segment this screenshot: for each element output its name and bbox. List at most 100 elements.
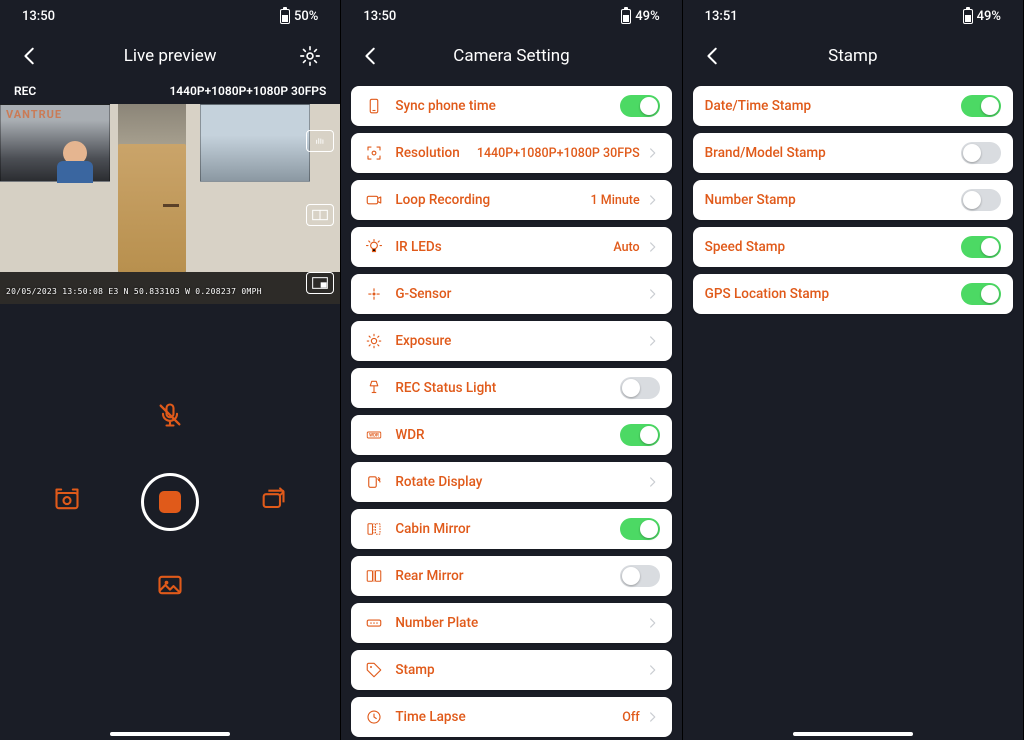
app-header: Camera Setting [341,32,681,80]
chevron-right-icon [646,193,660,207]
setting-value: Off [622,710,639,725]
toggle[interactable] [620,518,660,540]
rotate-icon [363,473,385,491]
back-button[interactable] [699,42,727,70]
clock-icon [363,708,385,726]
setting-value: 1 Minute [591,193,640,208]
setting-row[interactable]: Speed Stamp [693,227,1013,267]
back-button[interactable] [357,42,385,70]
setting-row[interactable]: Rotate Display [351,462,671,502]
setting-row[interactable]: Time LapseOff [351,697,671,737]
setting-label: Number Stamp [705,192,961,208]
status-battery: 49% [635,9,659,24]
back-button[interactable] [16,42,44,70]
setting-row[interactable]: G-Sensor [351,274,671,314]
setting-label: WDR [395,427,619,443]
mic-toggle[interactable] [156,401,184,433]
battery-icon [963,9,973,24]
setting-label: GPS Location Stamp [705,286,961,302]
focus-icon [363,144,385,162]
toggle[interactable] [961,283,1001,305]
setting-label: Number Plate [395,615,645,631]
video-preview[interactable]: VANTRUE 20/05/2023 13:50:08 E3 N 50.8331… [0,104,340,304]
setting-row[interactable]: Number Plate [351,603,671,643]
toggle[interactable] [961,142,1001,164]
battery-icon [280,9,290,24]
nav-bar[interactable] [451,732,571,736]
chevron-right-icon [646,616,660,630]
settings-list[interactable]: Sync phone time Resolution1440P+1080P+108… [341,80,681,740]
chevron-right-icon [646,146,660,160]
tag-icon [363,661,385,679]
bulb-icon [363,238,385,256]
recording-info: REC 1440P+1080P+1080P 30FPS [0,80,340,104]
setting-label: Date/Time Stamp [705,98,961,114]
plate-icon [363,614,385,632]
page-title: Live preview [44,46,296,66]
setting-row[interactable]: Cabin Mirror [351,509,671,549]
record-button[interactable] [141,473,199,531]
setting-row[interactable]: IR LEDsAuto [351,227,671,267]
controls [0,304,340,740]
setting-label: REC Status Light [395,380,619,396]
toggle[interactable] [620,424,660,446]
chevron-right-icon [646,287,660,301]
wdr-icon [363,426,385,444]
setting-row[interactable]: Sync phone time [351,86,671,126]
status-battery: 50% [294,9,318,24]
page-title: Camera Setting [385,46,637,66]
toggle[interactable] [620,565,660,587]
stamp-screen: 13:51 49% Stamp Date/Time Stamp Brand/Mod… [683,0,1024,740]
setting-label: Time Lapse [395,709,622,725]
setting-row[interactable]: Loop Recording1 Minute [351,180,671,220]
toggle[interactable] [620,95,660,117]
brand-watermark: VANTRUE [6,108,62,121]
camera-setting-screen: 13:50 49% Camera Setting Sync phone time… [341,0,682,740]
gallery-button[interactable] [156,571,184,603]
setting-row[interactable]: Date/Time Stamp [693,86,1013,126]
switch-camera-button[interactable] [259,486,287,518]
osd-overlay: 20/05/2023 13:50:08 E3 N 50.833103 W 0.2… [6,287,262,296]
status-battery: 49% [977,9,1001,24]
toggle[interactable] [620,377,660,399]
setting-row[interactable]: WDR [351,415,671,455]
nav-bar[interactable] [793,732,913,736]
setting-label: Rear Mirror [395,568,619,584]
setting-row[interactable]: Stamp [351,650,671,690]
setting-label: Sync phone time [395,98,619,114]
setting-row[interactable]: Rear Mirror [351,556,671,596]
rec-label: REC [14,84,36,98]
setting-row[interactable]: Exposure [351,321,671,361]
snapshot-button[interactable] [53,486,81,518]
gsensor-icon [363,285,385,303]
pip-rear [200,104,310,182]
status-bar: 13:50 49% [341,0,681,32]
camera-icon [363,191,385,209]
resolution-label: 1440P+1080P+1080P 30FPS [169,84,326,98]
toggle[interactable] [961,189,1001,211]
setting-value: 1440P+1080P+1080P 30FPS [477,146,640,161]
live-preview-screen: 13:50 50% Live preview REC 1440P+1080P+1… [0,0,341,740]
overlay-btn-1[interactable] [306,130,334,152]
overlay-btn-3[interactable] [306,272,334,294]
setting-label: Cabin Mirror [395,521,619,537]
overlay-btn-2[interactable] [306,204,334,226]
toggle[interactable] [961,95,1001,117]
stamp-list[interactable]: Date/Time Stamp Brand/Model Stamp Number S… [683,80,1023,740]
chevron-right-icon [646,334,660,348]
toggle[interactable] [961,236,1001,258]
settings-button[interactable] [296,42,324,70]
nav-bar[interactable] [110,732,230,736]
setting-label: Brand/Model Stamp [705,145,961,161]
phone-icon [363,97,385,115]
setting-row[interactable]: REC Status Light [351,368,671,408]
setting-row[interactable]: GPS Location Stamp [693,274,1013,314]
battery-icon [621,9,631,24]
app-header: Stamp [683,32,1023,80]
status-bar: 13:51 49% [683,0,1023,32]
setting-row[interactable]: Resolution1440P+1080P+1080P 30FPS [351,133,671,173]
setting-row[interactable]: Number Stamp [693,180,1013,220]
setting-row[interactable]: Brand/Model Stamp [693,133,1013,173]
mirror2-icon [363,567,385,585]
status-time: 13:50 [22,9,55,24]
